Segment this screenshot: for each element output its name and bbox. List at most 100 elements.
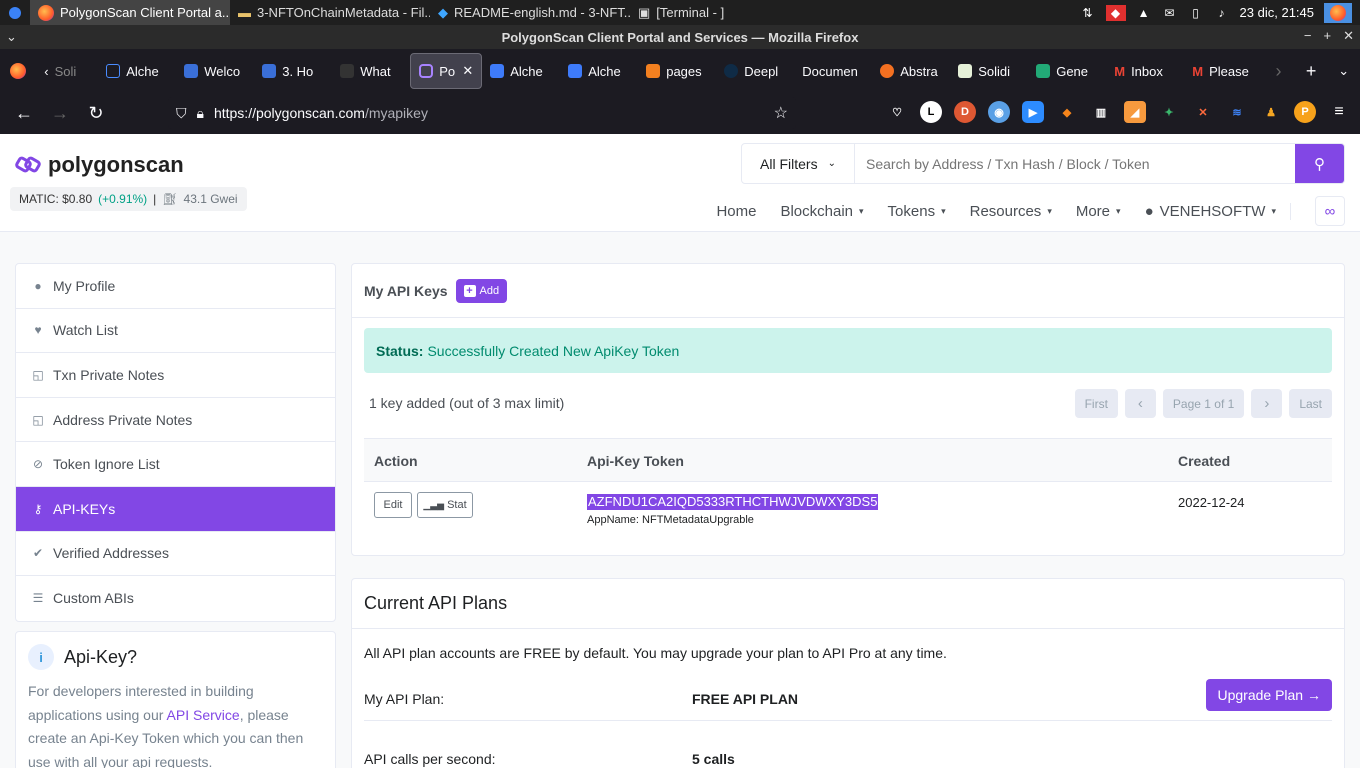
close-tab-icon[interactable]: ✕ (462, 63, 473, 79)
shield-icon[interactable]: ⛉ (176, 105, 187, 122)
tab-welcome[interactable]: Welco (176, 53, 254, 89)
forward-icon[interactable]: → (42, 96, 78, 132)
edit-button[interactable]: Edit (374, 492, 412, 518)
network-icon[interactable]: ⇅ (1080, 5, 1096, 21)
sidebar-item-my-profile[interactable]: ● My Profile (16, 264, 335, 309)
sidebar-item-verified-addresses[interactable]: ✔ Verified Addresses (16, 532, 335, 577)
navigation-toolbar: ← → ↻ ⛉ 🔒︎ https://polygonscan.com/myapi… (0, 93, 1360, 134)
polygon-network-icon[interactable]: ∞ (1315, 196, 1345, 226)
url-host: https://polygonscan.com (213, 105, 365, 121)
button-label: Edit (383, 499, 403, 511)
sidebar-item-watch-list[interactable]: ♥ Watch List (16, 309, 335, 354)
tab-generate[interactable]: Gene (1028, 53, 1106, 89)
chevron-left-icon[interactable]: ‹ (44, 64, 48, 79)
duckduckgo-icon[interactable]: D (954, 101, 976, 123)
api-service-link[interactable]: API Service (167, 707, 240, 723)
close-window-icon[interactable]: ✕ (1343, 28, 1354, 44)
tab-label: 3. Ho (282, 63, 314, 79)
volume-icon[interactable]: ♪ (1214, 5, 1230, 21)
page-prev-button[interactable]: ‹ (1124, 389, 1156, 418)
add-api-key-button[interactable]: + Add (455, 278, 508, 303)
tab-gmail-please[interactable]: M Please (1184, 53, 1262, 89)
extension-figure-icon[interactable]: ♟ (1260, 101, 1282, 123)
search-button[interactable]: ⚲ (1295, 144, 1344, 183)
upgrade-plan-button[interactable]: Upgrade Plan → (1206, 679, 1332, 711)
sidebar-item-txn-notes[interactable]: ◱ Txn Private Notes (16, 353, 335, 398)
tab-how[interactable]: 3. Ho (254, 53, 332, 89)
sidebar-item-custom-abis[interactable]: ☰ Custom ABIs (16, 576, 335, 621)
button-label: Upgrade Plan → (1217, 687, 1321, 703)
url-bar[interactable]: ⛉ 🔒︎ https://polygonscan.com/myapikey ☆ (168, 97, 796, 129)
scroll-tabs-right-icon[interactable]: › (1262, 53, 1295, 89)
battery-icon[interactable]: ▯ (1188, 5, 1204, 21)
page-first-button[interactable]: First (1074, 389, 1118, 418)
search-input[interactable] (855, 144, 1295, 183)
tab-pages[interactable]: pages (638, 53, 716, 89)
metamask-icon[interactable]: ◆ (1056, 101, 1078, 123)
bookmark-star-icon[interactable]: ☆ (774, 103, 788, 123)
new-tab-icon[interactable]: + (1295, 53, 1328, 89)
tab-alchemy-docs[interactable]: Alche (98, 53, 176, 89)
tab-gmail-inbox[interactable]: M Inbox (1106, 53, 1184, 89)
tab-alchemy-1[interactable]: Alche (482, 53, 560, 89)
page-last-button[interactable]: Last (1289, 389, 1332, 418)
extension-coin-icon[interactable]: P (1294, 101, 1316, 123)
api-key-token[interactable]: AZFNDU1CA2IQD5333RTHCTHWJVDWXY3DS5 (587, 494, 879, 510)
anydesk-icon[interactable]: ◆ (1105, 4, 1126, 21)
lock-icon[interactable]: 🔒︎ (197, 105, 204, 122)
window-menu-icon[interactable]: ⌄ (6, 29, 17, 45)
extension-blue-icon[interactable]: ◉ (988, 101, 1010, 123)
table-row: Edit ▁▃▅ Stat AZFNDU1CA2IQD5333RTHCTHWJVD… (364, 482, 1332, 538)
filter-dropdown[interactable]: All Filters ⌄ (742, 144, 855, 183)
clock[interactable]: 23 dic, 21:45 (1240, 5, 1314, 20)
tab-what[interactable]: What (332, 53, 410, 89)
nav-tokens[interactable]: Tokens ▾ (888, 203, 946, 220)
firefox-tray-icon[interactable] (1324, 2, 1352, 23)
tab-documents[interactable]: Documen (794, 53, 872, 89)
tab-solidity[interactable]: ‹ Soli (36, 53, 98, 89)
taskbar-item-files[interactable]: ▬ 3-NFTOnChainMetadata - Fil... (230, 0, 430, 25)
extension-orange-icon[interactable]: ◢ (1124, 101, 1146, 123)
app-menu-hamburger-icon[interactable]: ≡ (1328, 101, 1350, 123)
tab-abstract[interactable]: Abstra (872, 53, 950, 89)
nav-blockchain[interactable]: Blockchain ▾ (780, 203, 863, 220)
zoom-icon[interactable]: ▶ (1022, 101, 1044, 123)
polygonscan-logo[interactable]: polygonscan (13, 152, 184, 178)
firefox-view-icon[interactable] (0, 53, 36, 89)
notification-bell-icon[interactable]: ▲ (1136, 5, 1152, 21)
tab-deepl[interactable]: Deepl (716, 53, 794, 89)
list-all-tabs-icon[interactable]: ⌄ (1327, 53, 1360, 89)
extension-grid-icon[interactable]: ▥ (1090, 101, 1112, 123)
sidebar-item-address-notes[interactable]: ◱ Address Private Notes (16, 398, 335, 443)
tab-label: Abstra (900, 63, 938, 79)
tab-solidity-2[interactable]: Solidi (950, 53, 1028, 89)
back-icon[interactable]: ← (6, 96, 42, 132)
nav-resources[interactable]: Resources ▾ (970, 203, 1052, 220)
extension-green-icon[interactable]: ✦ (1158, 101, 1180, 123)
nav-home[interactable]: Home (716, 203, 756, 220)
nav-more[interactable]: More ▾ (1076, 203, 1121, 220)
api-key-info-card: i Api-Key? For developers interested in … (15, 631, 336, 768)
taskbar-item-terminal[interactable]: ▣ [Terminal - ] (630, 0, 790, 25)
maximize-icon[interactable]: + (1324, 28, 1332, 44)
stat-button[interactable]: ▁▃▅ Stat (417, 492, 473, 518)
tab-alchemy-2[interactable]: Alche (560, 53, 638, 89)
minimize-icon[interactable]: − (1304, 28, 1312, 44)
app-menu-icon[interactable] (0, 6, 30, 20)
extension-layers-icon[interactable]: ≋ (1226, 101, 1248, 123)
reload-icon[interactable]: ↻ (78, 96, 114, 132)
taskbar-item-vscode[interactable]: ◆ README-english.md - 3-NFT... (430, 0, 630, 25)
extension-red-icon[interactable]: ✕ (1192, 101, 1214, 123)
taskbar-item-firefox[interactable]: PolygonScan Client Portal a... (30, 0, 230, 25)
pocket-icon[interactable]: ♡ (886, 101, 908, 123)
pages-icon (646, 64, 661, 78)
sidebar-item-api-keys[interactable]: ⚷ API-KEYs (16, 486, 335, 532)
tab-label: What (360, 63, 391, 79)
lastpass-icon[interactable]: L (920, 101, 942, 123)
page-next-button[interactable]: › (1251, 389, 1283, 418)
mail-icon[interactable]: ✉ (1162, 5, 1178, 21)
nav-user-account[interactable]: ● VENEHSOFTW ▾ (1145, 202, 1291, 220)
sidebar-item-token-ignore[interactable]: ⊘ Token Ignore List (16, 442, 335, 487)
tab-polygonscan[interactable]: Po ✕ (410, 53, 483, 89)
solidity-icon (958, 64, 973, 78)
